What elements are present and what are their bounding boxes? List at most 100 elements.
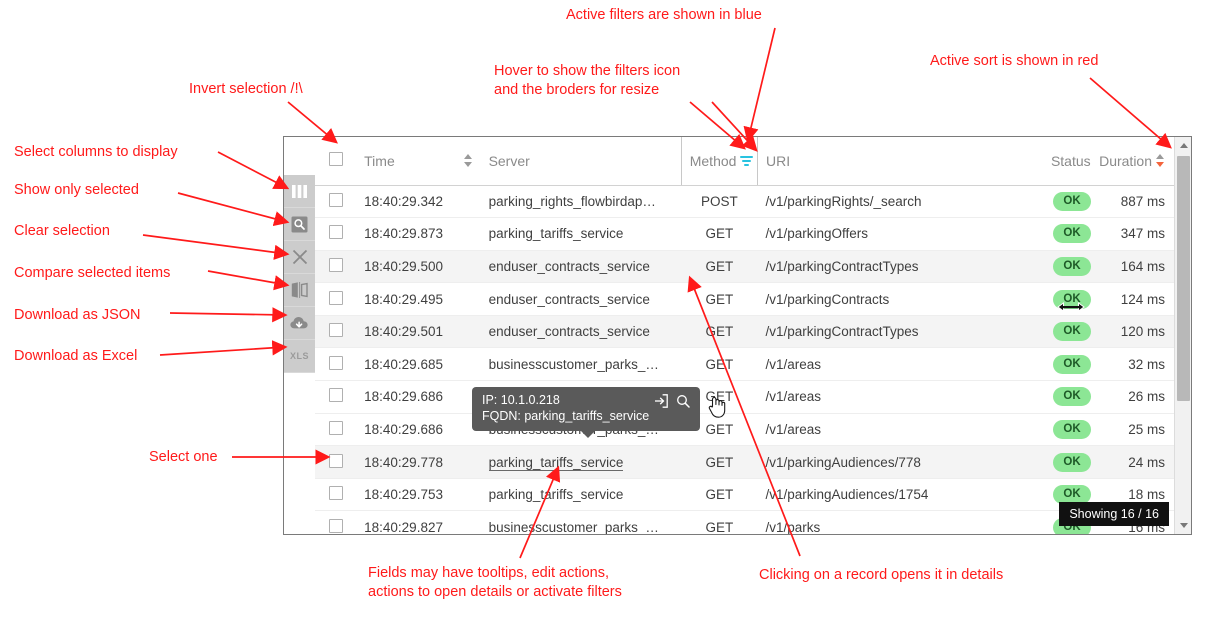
cell-time[interactable]: 18:40:29.778	[356, 445, 481, 479]
scroll-up-button[interactable]	[1175, 137, 1191, 154]
header-time[interactable]: Time	[356, 137, 481, 186]
cell-status[interactable]: OK	[1016, 217, 1099, 251]
cell-server[interactable]: parking_tariffs_service	[480, 445, 682, 479]
server-name-text[interactable]: enduser_contracts_service	[489, 259, 650, 274]
cell-time[interactable]: 18:40:29.500	[356, 250, 481, 284]
row-checkbox[interactable]	[328, 453, 343, 468]
cell-status[interactable]: OK	[1016, 445, 1099, 479]
table-row[interactable]: 18:40:29.686businesscustomer_parks_…GET/…	[315, 413, 1191, 447]
table-row[interactable]: 18:40:29.686businesscustomer_parks_…GET/…	[315, 380, 1191, 414]
server-name-text[interactable]: businesscustomer_parks_…	[489, 520, 659, 534]
row-checkbox[interactable]	[328, 192, 343, 207]
header-method[interactable]: Method	[680, 137, 758, 186]
header-server[interactable]: Server	[480, 137, 682, 186]
cell-time[interactable]: 18:40:29.685	[356, 347, 481, 382]
cell-uri[interactable]: /v1/parkingRights/_search	[757, 185, 1017, 219]
sort-icon-duration[interactable]	[1156, 153, 1165, 168]
cell-uri[interactable]: /v1/areas	[757, 380, 1017, 414]
cell-method[interactable]: GET	[681, 445, 758, 479]
cell-method[interactable]: GET	[681, 510, 758, 534]
compare-selected-button[interactable]	[284, 274, 315, 307]
table-row[interactable]: 18:40:29.501 enduser_contracts_service GET…	[315, 315, 1191, 349]
cell-uri[interactable]: /v1/parkingAudiences/778	[757, 445, 1017, 479]
cell-time[interactable]: 18:40:29.501	[356, 315, 481, 349]
row-select-cell[interactable]	[315, 185, 357, 219]
cell-uri[interactable]: /v1/parkingContractTypes	[757, 315, 1017, 349]
cell-server[interactable]: businesscustomer_parks_…	[480, 510, 682, 534]
row-checkbox[interactable]	[328, 290, 343, 305]
cell-time[interactable]: 18:40:29.873	[356, 217, 481, 251]
row-select-cell[interactable]	[315, 315, 357, 349]
cell-status[interactable]: OK	[1016, 413, 1099, 447]
row-checkbox[interactable]	[328, 388, 343, 403]
server-name-text[interactable]: parking_rights_flowbirdap…	[489, 194, 656, 209]
table-row[interactable]: 18:40:29.342 parking_rights_flowbirdap… PO…	[315, 185, 1191, 219]
cell-method[interactable]: GET	[681, 347, 758, 382]
row-select-cell[interactable]	[315, 478, 357, 512]
cell-time[interactable]: 18:40:29.686	[356, 380, 481, 414]
row-select-cell[interactable]	[315, 282, 357, 316]
row-select-cell[interactable]	[315, 217, 357, 251]
row-checkbox[interactable]	[328, 486, 343, 501]
cell-time[interactable]: 18:40:29.827	[356, 510, 481, 534]
cell-uri[interactable]: /v1/areas	[757, 347, 1017, 382]
vertical-scrollbar[interactable]	[1174, 137, 1191, 534]
cell-method[interactable]: POST	[681, 185, 758, 219]
cell-status[interactable]: OK	[1016, 347, 1099, 382]
table-row[interactable]: 18:40:29.685 businesscustomer_parks_… GET /…	[315, 347, 1191, 382]
row-checkbox[interactable]	[328, 257, 343, 272]
cell-server[interactable]: enduser_contracts_service	[480, 315, 682, 349]
server-name-text[interactable]: parking_tariffs_service	[489, 226, 624, 241]
cell-uri[interactable]: /v1/parkingAudiences/1754	[757, 478, 1017, 512]
row-checkbox[interactable]	[328, 225, 343, 240]
server-name-text[interactable]: enduser_contracts_service	[489, 324, 650, 339]
cell-server[interactable]: parking_rights_flowbirdap…	[480, 185, 682, 219]
row-select-cell[interactable]	[315, 445, 357, 479]
cell-time[interactable]: 18:40:29.495	[356, 282, 481, 316]
cell-server[interactable]: businesscustomer_parks_…	[480, 347, 682, 382]
cell-time[interactable]: 18:40:29.342	[356, 185, 481, 219]
table-row[interactable]: 18:40:29.873 parking_tariffs_service GET/v…	[315, 217, 1191, 251]
cell-uri[interactable]: /v1/parks	[757, 510, 1017, 534]
cell-method[interactable]: GET	[681, 217, 758, 251]
table-row[interactable]: 18:40:29.500 enduser_contracts_service GET…	[315, 250, 1191, 284]
filter-icon-method[interactable]	[740, 154, 754, 167]
server-name-text[interactable]: parking_tariffs_service	[488, 454, 624, 471]
cell-uri[interactable]: /v1/parkingContractTypes	[757, 250, 1017, 284]
row-checkbox[interactable]	[328, 420, 343, 435]
clear-selection-button[interactable]	[284, 241, 315, 274]
header-select-all[interactable]	[315, 137, 357, 186]
scroll-down-button[interactable]	[1175, 517, 1191, 534]
cell-status[interactable]: OK	[1016, 185, 1099, 219]
row-select-cell[interactable]	[315, 250, 357, 284]
server-name-text[interactable]: parking_tariffs_service	[489, 487, 624, 502]
cell-method[interactable]: GET	[681, 478, 758, 512]
select-all-checkbox[interactable]	[328, 152, 343, 167]
row-checkbox[interactable]	[328, 355, 343, 370]
cell-status[interactable]: OK	[1016, 315, 1099, 349]
table-row[interactable]: 18:40:29.778 parking_tariffs_service GET/v…	[315, 445, 1191, 479]
cell-server[interactable]: parking_tariffs_service	[480, 217, 682, 251]
cell-method[interactable]: GET	[681, 282, 758, 316]
cell-time[interactable]: 18:40:29.753	[356, 478, 481, 512]
show-only-selected-button[interactable]	[284, 208, 315, 241]
row-checkbox[interactable]	[328, 518, 343, 533]
server-name-text[interactable]: enduser_contracts_service	[489, 292, 650, 307]
cell-uri[interactable]: /v1/areas	[757, 413, 1017, 447]
cell-method[interactable]: GET	[681, 315, 758, 349]
scrollbar-thumb[interactable]	[1177, 156, 1190, 401]
row-checkbox[interactable]	[328, 323, 343, 338]
cell-status[interactable]: OK	[1016, 380, 1099, 414]
cell-uri[interactable]: /v1/parkingOffers	[757, 217, 1017, 251]
row-select-cell[interactable]	[315, 413, 357, 447]
header-uri[interactable]: URI	[757, 137, 1017, 186]
cell-status[interactable]: OK	[1016, 250, 1099, 284]
sort-icon-time[interactable]	[463, 153, 473, 168]
server-name-text[interactable]: businesscustomer_parks_…	[489, 357, 659, 372]
open-in-details-icon[interactable]	[654, 394, 668, 413]
cell-server[interactable]: parking_tariffs_service	[480, 478, 682, 512]
download-excel-button[interactable]: XLS	[284, 340, 315, 373]
cell-uri[interactable]: /v1/parkingContracts	[757, 282, 1017, 316]
row-select-cell[interactable]	[315, 380, 357, 414]
search-icon[interactable]	[676, 394, 690, 413]
